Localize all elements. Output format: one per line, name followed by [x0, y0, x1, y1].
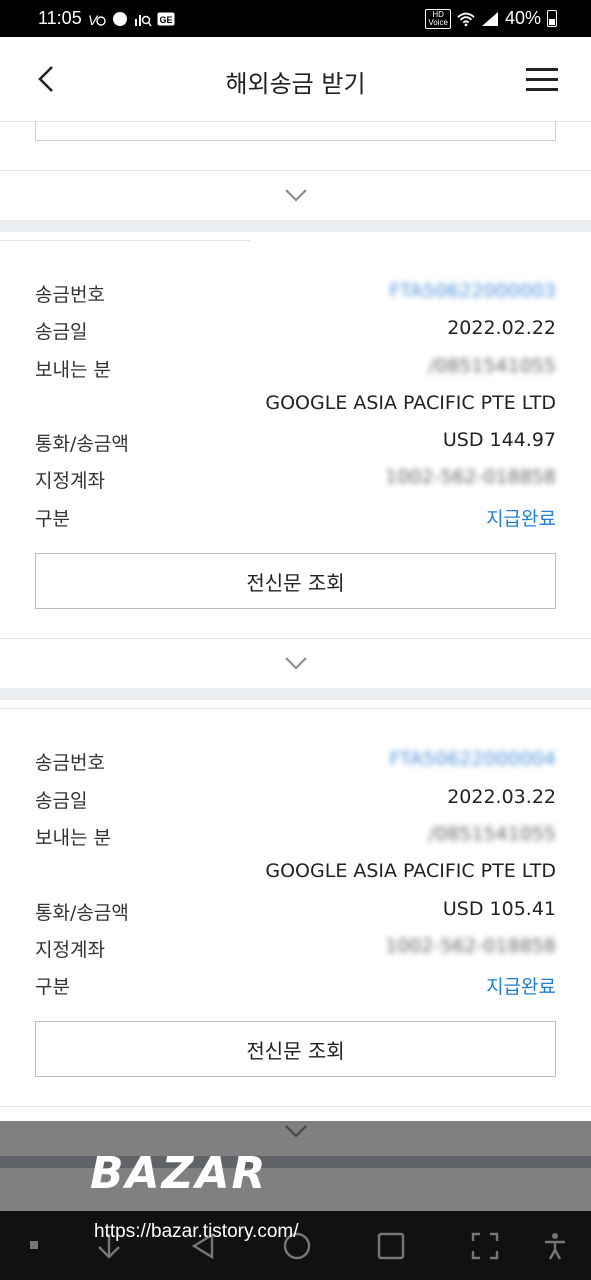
chevron-down-icon[interactable] — [284, 188, 308, 202]
section-separator — [0, 1156, 591, 1168]
label-category: 구분 — [35, 976, 70, 998]
label-category: 구분 — [35, 508, 70, 530]
watermark-url: https://bazar.tistory.com/ — [94, 1221, 299, 1242]
app-header: 해외송금 받기 — [0, 37, 591, 122]
remit-no-value[interactable]: FTA50622000004 — [389, 748, 556, 770]
chevron-down-icon[interactable] — [284, 656, 308, 670]
wifi-icon — [457, 12, 475, 26]
section-separator — [0, 220, 591, 232]
telegram-inquiry-button[interactable]: 전신문 조회 — [35, 553, 556, 609]
currency-amount-value: USD 105.41 — [442, 898, 556, 920]
previous-detail-button-edge[interactable] — [35, 121, 556, 141]
label-account: 지정계좌 — [35, 470, 105, 492]
sender-name-value: GOOGLE ASIA PACIFIC PTE LTD — [265, 392, 556, 414]
status-badge: 지급완료 — [486, 976, 556, 998]
system-icons: HD Voice 40% — [425, 8, 557, 29]
account-value: 1002-562-018858 — [385, 935, 556, 957]
svg-text:GE: GE — [159, 15, 172, 25]
battery-icon — [547, 10, 557, 27]
divider — [0, 240, 250, 241]
currency-amount-value: USD 144.97 — [442, 429, 556, 451]
ge-icon: GE — [157, 12, 175, 25]
remit-no-value[interactable]: FTA50622000003 — [389, 280, 556, 302]
label-currency-amount: 통화/송금액 — [35, 433, 129, 455]
label-currency-amount: 통화/송금액 — [35, 902, 129, 924]
signal-icon — [481, 11, 498, 26]
divider — [0, 170, 591, 171]
telegram-inquiry-button[interactable]: 전신문 조회 — [35, 1021, 556, 1077]
status-bar: 11:05 V GE HD Voice 40% — [0, 0, 591, 37]
dot-icon — [30, 1241, 38, 1249]
label-sender: 보내는 분 — [35, 827, 111, 849]
recents-square-icon[interactable] — [376, 1231, 406, 1261]
page-title: 해외송금 받기 — [225, 70, 366, 98]
chevron-down-icon[interactable] — [284, 1124, 308, 1138]
label-remit-no: 송금번호 — [35, 284, 105, 306]
label-remit-date: 송금일 — [35, 790, 88, 812]
battery-percent: 40% — [504, 8, 541, 28]
status-badge: 지급완료 — [486, 508, 556, 530]
hd-voice-icon: HD Voice — [425, 8, 451, 29]
analytics-icon — [134, 14, 152, 26]
dot-icon — [112, 11, 127, 26]
sender-name-value: GOOGLE ASIA PACIFIC PTE LTD — [265, 860, 556, 882]
fullscreen-icon[interactable] — [470, 1231, 500, 1261]
label-account: 지정계좌 — [35, 939, 105, 961]
divider — [0, 638, 591, 639]
status-time: 11:05 — [38, 8, 82, 28]
account-value: 1002-562-018858 — [385, 466, 556, 488]
accessibility-icon[interactable] — [540, 1231, 570, 1261]
watermark-logo: BAZAR — [90, 1148, 268, 1199]
volte-icon: V — [88, 12, 106, 27]
divider — [0, 1106, 591, 1107]
sender-id-value: /0851541055 — [428, 355, 556, 377]
remit-date-value: 2022.03.22 — [447, 786, 556, 808]
label-remit-no: 송금번호 — [35, 752, 105, 774]
remit-date-value: 2022.02.22 — [447, 317, 556, 339]
section-separator — [0, 688, 591, 700]
notification-icons: V GE — [88, 11, 175, 27]
sender-id-value: /0851541055 — [428, 823, 556, 845]
divider — [0, 708, 591, 709]
label-sender: 보내는 분 — [35, 359, 111, 381]
hamburger-menu-icon[interactable] — [526, 68, 558, 92]
label-remit-date: 송금일 — [35, 321, 88, 343]
